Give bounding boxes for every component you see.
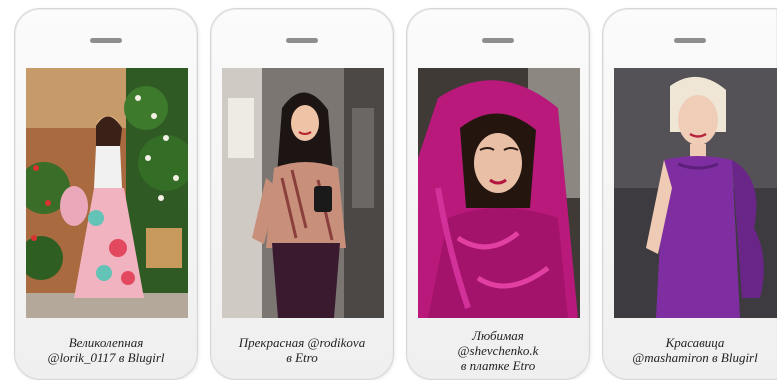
photo-printed-blouse[interactable] (222, 68, 384, 318)
speaker-slot (286, 38, 318, 43)
caption-line: @lorik_0117 в Blugirl (47, 350, 165, 365)
phone-card-3: Любимая @shevchenko.k в платке Etro (406, 8, 590, 380)
caption-line: Любимая (472, 327, 524, 343)
photo-floral-dress[interactable] (26, 68, 188, 318)
speaker-slot (482, 38, 514, 43)
photo-caption: Великолепная @lorik_0117 в Blugirl (19, 321, 193, 379)
caption-line: в Etro (286, 350, 318, 365)
caption-line: @mashamiron в Blugirl (632, 350, 758, 365)
speaker-slot (674, 38, 706, 43)
photo-caption: Прекрасная @rodikova в Etro (215, 321, 389, 379)
phone-card-4: Красавица @mashamiron в Blugirl (602, 8, 777, 380)
phone-card-2: Прекрасная @rodikova в Etro (210, 8, 394, 380)
photo-caption: Красавица @mashamiron в Blugirl (607, 321, 777, 379)
photo-purple-dress[interactable] (614, 68, 777, 318)
caption-line: Великолепная (68, 335, 144, 350)
speaker-slot (90, 38, 122, 43)
phone-card-1: Великолепная @lorik_0117 в Blugirl (14, 8, 198, 380)
photo-pink-scarf[interactable] (418, 68, 580, 318)
caption-line: Красавица (665, 335, 725, 350)
caption-line: Прекрасная @rodikova (238, 335, 366, 350)
caption-line: @shevchenko.k (457, 342, 539, 358)
photo-caption: Любимая @shevchenko.k в платке Etro (411, 321, 585, 379)
caption-line: в платке Etro (460, 357, 536, 373)
